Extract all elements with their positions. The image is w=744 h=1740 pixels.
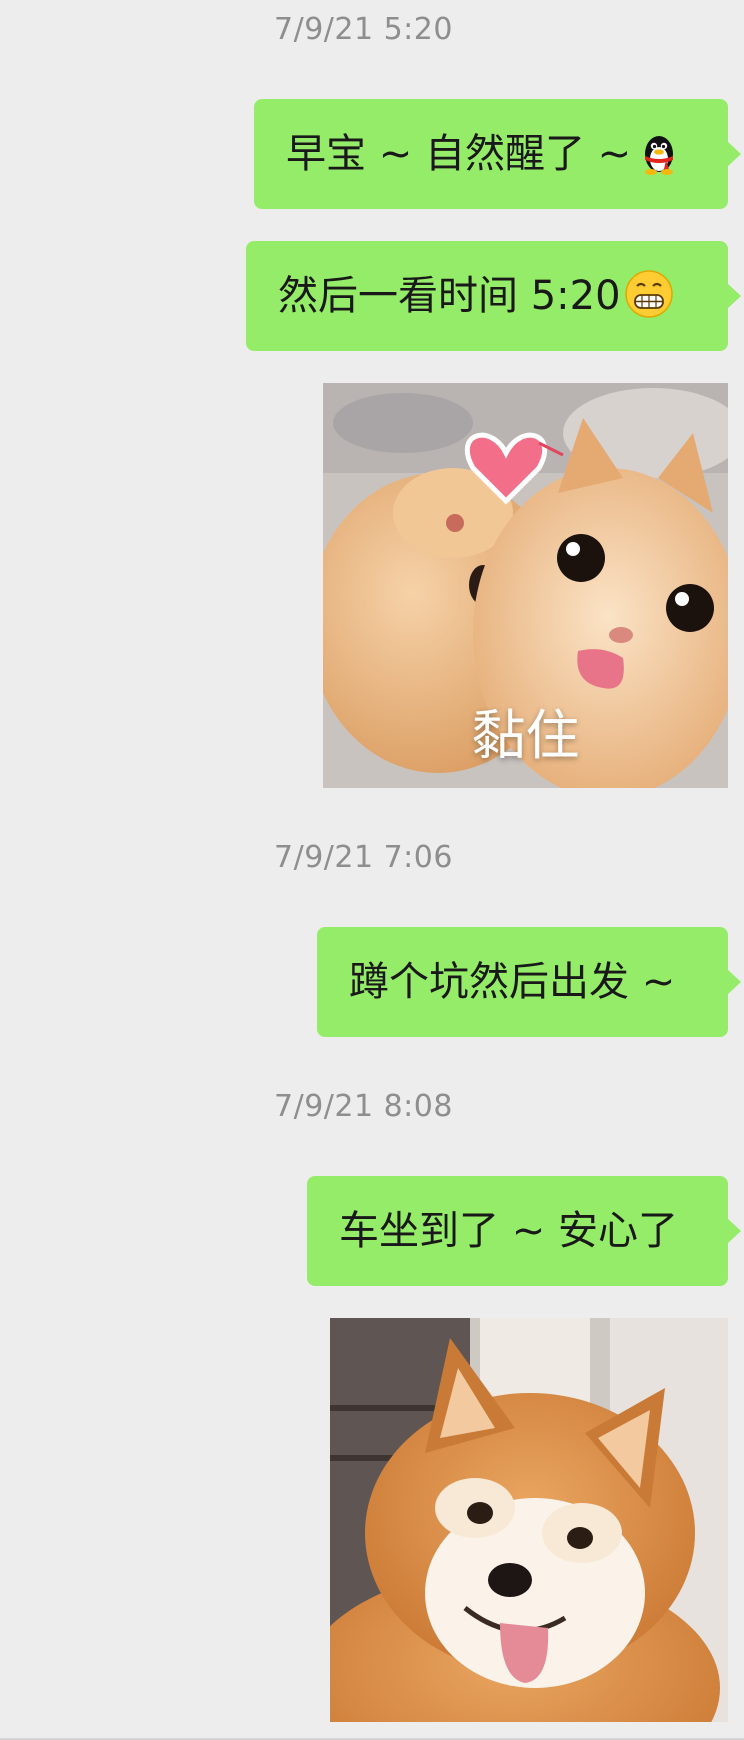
dog-sticker-image[interactable]: [330, 1318, 728, 1722]
bubble-tail: [727, 969, 741, 995]
message-text: 早宝 ~ 自然醒了 ~: [286, 131, 632, 177]
timestamp: 7/9/21 5:20: [274, 12, 453, 47]
message-bubble[interactable]: 早宝 ~ 自然醒了 ~: [254, 99, 741, 209]
grinning-face-icon: [624, 270, 673, 318]
message-text: 蹲个坑然后出发 ~: [349, 959, 676, 1005]
timestamp: 7/9/21 7:06: [274, 840, 453, 875]
sticker-caption: 黏住: [471, 704, 580, 767]
shiba-illustration: [330, 1318, 728, 1722]
message-bubble[interactable]: 然后一看时间 5:20: [246, 241, 741, 351]
bubble-tail: [727, 283, 741, 309]
timestamp: 7/9/21 8:08: [274, 1089, 453, 1124]
message-text: 然后一看时间 5:20: [278, 273, 621, 319]
message-bubble[interactable]: 车坐到了 ~ 安心了: [307, 1176, 741, 1286]
qq-penguin-icon: [645, 136, 674, 175]
bubble-tail: [727, 141, 741, 167]
message-bubble[interactable]: 蹲个坑然后出发 ~: [317, 927, 741, 1037]
bubble-tail: [727, 1218, 741, 1244]
cat-sticker-image[interactable]: 黏住: [323, 383, 728, 788]
message-text: 车坐到了 ~ 安心了: [339, 1208, 678, 1254]
